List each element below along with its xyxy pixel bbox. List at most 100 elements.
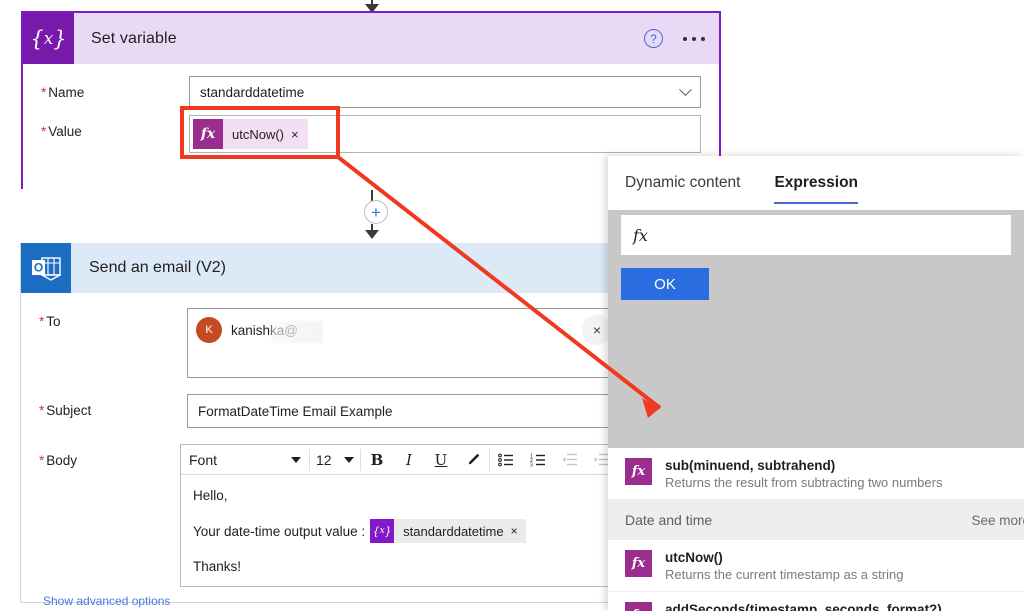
required-marker: *	[39, 314, 45, 329]
chevron-down-icon	[344, 456, 354, 463]
svg-text:O: O	[34, 261, 43, 275]
body-line-3: Thanks!	[193, 559, 606, 574]
body-line-3-text: Thanks!	[193, 559, 242, 574]
body-field-label: * Body	[21, 444, 180, 468]
body-line-2-text: Your date-time output value :	[193, 523, 366, 539]
rich-text-toolbar: Font 12 B I U 1 2 3	[181, 445, 618, 475]
highlighter-pen-icon[interactable]	[457, 445, 489, 474]
flyout-tabs: Dynamic content Expression	[608, 156, 1024, 210]
list-item[interactable]: fx addSeconds(timestamp, seconds, format…	[608, 592, 1024, 611]
show-advanced-options-link[interactable]: Show advanced options	[43, 594, 170, 608]
required-marker: *	[39, 453, 45, 468]
function-text: addSeconds(timestamp, seconds, format?) …	[665, 602, 995, 611]
fx-icon: fx	[193, 119, 223, 149]
underline-button[interactable]: U	[425, 445, 457, 474]
email-body-content[interactable]: Hello, Your date-time output value : {𝑥}…	[181, 475, 618, 586]
set-variable-title: Set variable	[91, 29, 177, 47]
avatar: K	[196, 317, 222, 343]
font-size-dropdown[interactable]: 12	[310, 445, 360, 474]
outlook-icon: O	[21, 243, 71, 293]
name-input-value: standarddatetime	[200, 84, 305, 100]
close-icon[interactable]: ×	[511, 524, 526, 538]
name-field-label: * Name	[23, 76, 189, 100]
font-family-dropdown[interactable]: Font	[181, 445, 309, 474]
name-label-text: Name	[48, 85, 85, 100]
subject-input-value: FormatDateTime Email Example	[198, 403, 393, 419]
subject-field-row: * Subject FormatDateTime Email Example	[21, 394, 637, 428]
dynamic-content-flyout: Dynamic content Expression fx OK fx sub(…	[608, 156, 1024, 611]
send-email-title: Send an email (V2)	[89, 259, 226, 276]
close-icon[interactable]: ×	[291, 127, 308, 142]
body-label-text: Body	[46, 453, 78, 468]
set-variable-card-header[interactable]: {𝑥} Set variable ?	[23, 13, 719, 64]
body-field-control: Font 12 B I U 1 2 3 Hello, Your date-tim…	[180, 444, 637, 587]
function-name: sub(minuend, subtrahend)	[665, 458, 836, 473]
expression-editor-area: fx OK	[608, 210, 1024, 300]
value-token-label: utcNow()	[232, 126, 285, 142]
send-email-card[interactable]: O Send an email (V2) * To K kanishka@ × …	[20, 243, 638, 608]
list-item[interactable]: fx utcNow() Returns the current timestam…	[608, 540, 1024, 592]
required-marker: *	[41, 85, 47, 100]
flow-designer-canvas: {𝑥} Set variable ? * Name standarddatetim…	[0, 0, 1024, 611]
value-utcnow-token[interactable]: fx utcNow() ×	[193, 119, 308, 149]
numbered-list-icon[interactable]: 1 2 3	[522, 445, 554, 474]
body-token-label: standarddatetime	[403, 523, 504, 539]
function-description: Returns the result from subtracting two …	[665, 475, 943, 490]
to-label-text: To	[46, 314, 61, 329]
body-line-1: Hello,	[193, 488, 606, 503]
italic-button[interactable]: I	[393, 445, 425, 474]
to-input[interactable]: K kanishka@ ×	[187, 308, 619, 378]
expression-function-list[interactable]: fx sub(minuend, subtrahend) Returns the …	[608, 448, 1024, 611]
body-line-2: Your date-time output value : {𝑥} standa…	[193, 519, 606, 543]
outlook-icon-svg: O	[32, 257, 61, 281]
help-circle-icon[interactable]: ?	[644, 29, 663, 48]
arrow-down-icon	[365, 230, 379, 239]
value-input[interactable]: fx utcNow() ×	[189, 115, 701, 153]
subject-label-text: Subject	[46, 403, 92, 418]
function-text: utcNow() Returns the current timestamp a…	[665, 550, 903, 582]
name-input[interactable]: standarddatetime	[189, 76, 701, 108]
value-label-text: Value	[48, 124, 82, 139]
font-family-label: Font	[189, 451, 218, 468]
required-marker: *	[41, 124, 47, 139]
body-line-1-text: Hello,	[193, 488, 228, 503]
expression-input[interactable]: fx	[621, 215, 1011, 255]
fx-icon: fx	[633, 225, 648, 245]
name-field-row: * Name standarddatetime	[23, 76, 719, 108]
redaction-overlay	[271, 320, 323, 343]
tab-dynamic-content[interactable]: Dynamic content	[625, 156, 740, 210]
value-field-control: fx utcNow() ×	[189, 115, 719, 153]
subject-input[interactable]: FormatDateTime Email Example	[187, 394, 619, 428]
chevron-down-icon	[291, 456, 301, 463]
decrease-indent-icon[interactable]	[554, 445, 586, 474]
font-size-label: 12	[316, 451, 332, 468]
recipient-chip[interactable]: K kanishka@	[196, 317, 610, 343]
bold-button[interactable]: B	[361, 445, 393, 474]
ellipsis-icon[interactable]	[683, 36, 705, 41]
function-name: addSeconds(timestamp, seconds, format?)	[665, 602, 942, 611]
value-field-label: * Value	[23, 115, 189, 139]
rich-text-editor[interactable]: Font 12 B I U 1 2 3 Hello, Your date-tim…	[180, 444, 619, 587]
screenshot-root: {𝑥} Set variable ? * Name standarddatetim…	[0, 0, 1024, 611]
tab-expression[interactable]: Expression	[774, 156, 858, 210]
to-field-control: K kanishka@ ×	[187, 308, 637, 378]
bulleted-list-icon[interactable]	[490, 445, 522, 474]
variable-braces-icon: {𝑥}	[370, 519, 395, 543]
function-group-header: Date and time See more	[608, 500, 1024, 540]
card-header-actions: ?	[644, 13, 705, 64]
body-dynamic-token[interactable]: {𝑥} standarddatetime ×	[370, 519, 526, 543]
chevron-down-icon[interactable]	[679, 82, 692, 96]
variable-braces-icon: {𝑥}	[23, 13, 74, 64]
see-more-link[interactable]: See more	[971, 513, 1024, 528]
send-email-card-header[interactable]: O Send an email (V2)	[21, 243, 637, 293]
list-item[interactable]: fx sub(minuend, subtrahend) Returns the …	[608, 448, 1024, 500]
value-field-row: * Value fx utcNow() ×	[23, 115, 719, 153]
send-email-card-body: * To K kanishka@ × * Subject FormatDateT…	[21, 293, 637, 587]
fx-icon: fx	[625, 550, 652, 577]
plus-circle-icon[interactable]: +	[364, 200, 388, 224]
ok-button[interactable]: OK	[621, 268, 709, 300]
function-group-title: Date and time	[625, 512, 713, 528]
fx-icon: fx	[625, 458, 652, 485]
name-field-control: standarddatetime	[189, 76, 719, 108]
step-connector: +	[355, 190, 389, 242]
